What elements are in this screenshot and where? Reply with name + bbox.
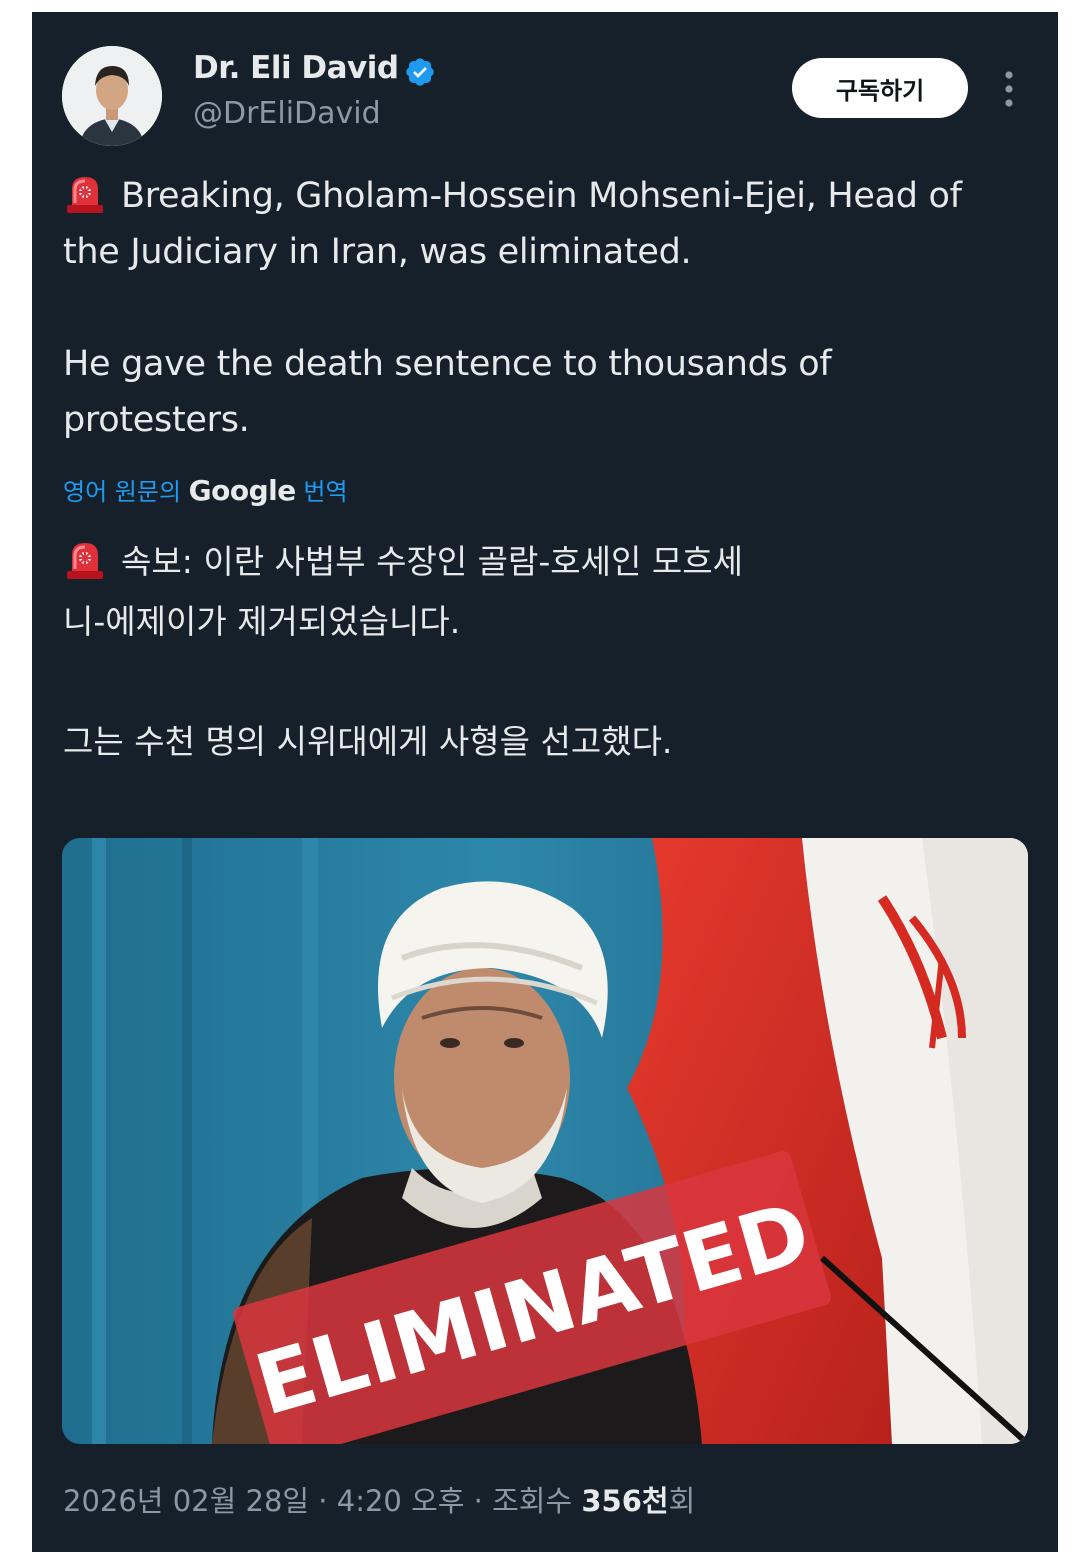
translation-suffix: 번역: [295, 478, 348, 506]
tweet-date[interactable]: 2026년 02월 28일: [63, 1484, 309, 1518]
tweet-timestamp: 2026년 02월 28일 · 4:20 오후 · 조회수 356천회: [63, 1478, 695, 1520]
author-display-name[interactable]: Dr. Eli David: [193, 50, 399, 86]
translation-prefix: 영어 원문의: [63, 478, 189, 506]
tweet-card: Dr. Eli David @DrEliDavid 구독하기 Breaking,…: [32, 12, 1058, 1552]
views-suffix: 회: [668, 1484, 696, 1518]
subscribe-button[interactable]: 구독하기: [792, 58, 968, 118]
views-label: 조회수: [492, 1484, 582, 1518]
eliminated-photo-image: ELIMINATED: [62, 838, 1028, 1444]
separator-dot: ·: [464, 1484, 493, 1518]
police-siren-icon: [63, 171, 107, 215]
avatar-portrait-icon: [62, 46, 162, 146]
author-handle[interactable]: @DrEliDavid: [193, 96, 381, 131]
tweet-body-english-1: Breaking, Gholam-Hossein Mohseni-Ejei, H…: [63, 176, 962, 272]
tweet-text-line1: Breaking, Gholam-Hossein Mohseni-Ejei, H…: [63, 168, 1023, 280]
tweet-image[interactable]: ELIMINATED: [62, 838, 1028, 1444]
more-vertical-icon[interactable]: [994, 64, 1024, 114]
google-logo-text: Google: [188, 474, 297, 507]
tweet-time[interactable]: 4:20 오후: [337, 1484, 465, 1518]
tweet-body-english-2: He gave the death sentence to thousands …: [63, 344, 832, 440]
translated-body-1: 속보: 이란 사법부 수장인 골람-호세인 모흐세니-에제이가 제거되었습니다.: [63, 542, 743, 641]
separator-dot: ·: [309, 1484, 337, 1518]
translated-body-2: 그는 수천 명의 시위대에게 사형을 선고했다.: [63, 722, 673, 761]
translation-attribution[interactable]: 영어 원문의 Google 번역: [63, 472, 348, 507]
police-siren-icon: [63, 537, 107, 581]
views-count: 356천: [581, 1484, 669, 1518]
translated-text-line1: 속보: 이란 사법부 수장인 골람-호세인 모흐세니-에제이가 제거되었습니다.: [63, 532, 783, 652]
author-avatar[interactable]: [62, 46, 162, 146]
verified-badge-icon: [406, 58, 434, 86]
